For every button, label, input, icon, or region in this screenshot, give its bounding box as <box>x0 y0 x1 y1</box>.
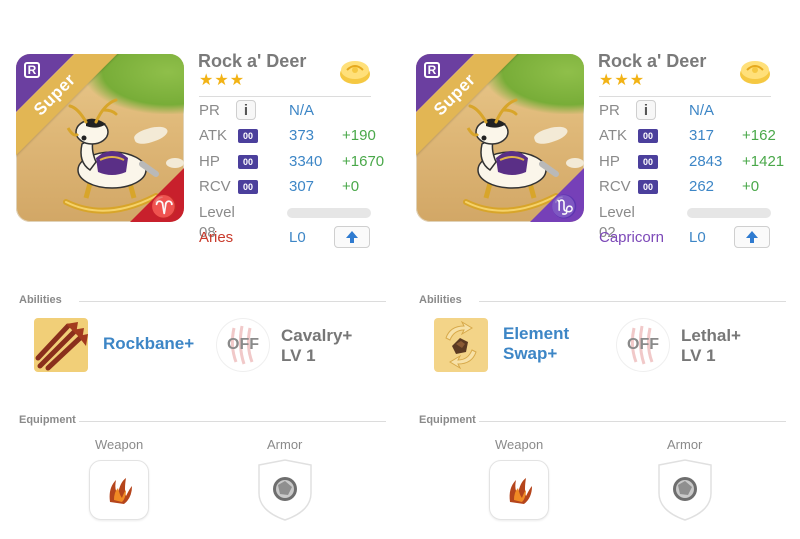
info-button[interactable]: i <box>636 100 656 120</box>
armor-gem-icon <box>273 477 297 501</box>
atk-bonus: +162 <box>742 127 776 144</box>
stone-decoration <box>566 158 584 168</box>
upgrade-button[interactable] <box>734 226 770 248</box>
stat-tag: 00 <box>638 155 658 169</box>
divider <box>479 421 786 422</box>
atk-label: ATK <box>199 127 228 144</box>
arrow-up-icon <box>746 231 758 243</box>
passive-name: Lethal+ LV 1 <box>681 326 741 366</box>
passive-toggle[interactable]: OFF <box>616 318 670 372</box>
unit-portrait[interactable]: Super R ♈ <box>16 54 184 222</box>
pr-label: PR <box>199 102 220 119</box>
rarity-badge-icon: R <box>24 62 40 78</box>
unit-name: Rock a' Deer <box>598 51 707 71</box>
element-swap-icon <box>434 318 488 372</box>
unit-name: Rock a' Deer <box>198 51 307 71</box>
armor-gem-icon <box>673 477 697 501</box>
unit-portrait[interactable]: Super R ♑ <box>416 54 584 222</box>
weapon-slot[interactable] <box>489 460 549 520</box>
atk-value: 373 <box>289 127 315 144</box>
star-rating: ★★★ <box>199 72 246 89</box>
passive-name-text: Lethal+ <box>681 326 741 345</box>
rarity-badge-icon: R <box>424 62 440 78</box>
passive-level: LV 1 <box>281 346 316 365</box>
limit-value: L0 <box>689 229 706 246</box>
divider <box>599 96 771 97</box>
passive-level: LV 1 <box>681 346 716 365</box>
off-label: OFF <box>227 336 259 353</box>
armor-label: Armor <box>667 437 703 452</box>
divider <box>199 96 371 97</box>
ability-name-line1: Element <box>503 324 570 343</box>
ability-name[interactable]: Rockbane+ <box>103 334 194 354</box>
divider <box>479 301 786 302</box>
atk-label: ATK <box>599 127 628 144</box>
atk-value: 317 <box>689 127 715 144</box>
pr-value: N/A <box>689 102 715 119</box>
hp-value: 2843 <box>689 153 723 170</box>
rcv-bonus: +0 <box>742 178 760 195</box>
ability-name[interactable]: Element Swap+ <box>503 324 569 364</box>
atk-bonus: +190 <box>342 127 376 144</box>
ability-icon[interactable] <box>34 318 88 372</box>
weapon-claw-icon <box>109 478 132 504</box>
rcv-bonus: +0 <box>342 178 360 195</box>
gold-coin-icon[interactable] <box>338 58 372 86</box>
capricorn-icon: ♑ <box>550 194 578 219</box>
pr-value: N/A <box>289 102 315 119</box>
stat-tag: 00 <box>638 180 658 194</box>
divider <box>79 301 386 302</box>
divider <box>79 421 386 422</box>
aries-icon: ♈ <box>150 194 178 219</box>
hp-label: HP <box>599 153 620 170</box>
armor-slot[interactable] <box>656 459 714 521</box>
armor-slot[interactable] <box>256 459 314 521</box>
ability-icon[interactable] <box>434 318 488 372</box>
hp-label: HP <box>199 153 220 170</box>
rcv-label: RCV <box>599 178 631 195</box>
passive-name: Cavalry+ LV 1 <box>281 326 352 366</box>
equipment-title: Equipment <box>19 414 76 426</box>
ability-name-text: Rockbane+ <box>103 334 195 353</box>
weapon-slot[interactable] <box>89 460 149 520</box>
hp-bonus: +1670 <box>342 153 385 170</box>
arrow-up-icon <box>346 231 358 243</box>
equipment-title: Equipment <box>419 414 476 426</box>
xp-progress-bar <box>687 208 771 218</box>
hp-bonus: +1421 <box>742 153 785 170</box>
rcv-label: RCV <box>199 178 231 195</box>
info-button[interactable]: i <box>236 100 256 120</box>
stat-tag: 00 <box>238 129 258 143</box>
ability-name-line2: Swap+ <box>503 344 558 363</box>
rcv-value: 307 <box>289 178 315 195</box>
abilities-title: Abilities <box>19 294 62 306</box>
zodiac-name: Aries <box>199 229 234 246</box>
gold-coin-icon[interactable] <box>738 58 772 86</box>
upgrade-button[interactable] <box>334 226 370 248</box>
weapon-label: Weapon <box>495 437 544 452</box>
limit-value: L0 <box>289 229 306 246</box>
rcv-value: 262 <box>689 178 715 195</box>
xp-progress-bar <box>287 208 371 218</box>
passive-name-text: Cavalry+ <box>281 326 353 345</box>
weapon-label: Weapon <box>95 437 144 452</box>
abilities-title: Abilities <box>419 294 462 306</box>
card-panel-right: Super R ♑ Rock a' Deer ★★★ PR i N/A ATK … <box>400 0 800 539</box>
triple-arrows-icon <box>34 318 88 372</box>
star-rating: ★★★ <box>599 72 646 89</box>
zodiac-name: Capricorn <box>599 229 665 246</box>
pr-label: PR <box>599 102 620 119</box>
stat-tag: 00 <box>238 155 258 169</box>
weapon-claw-icon <box>509 478 532 504</box>
stone-decoration <box>166 158 184 168</box>
hp-value: 3340 <box>289 153 323 170</box>
passive-toggle[interactable]: OFF <box>216 318 270 372</box>
stat-tag: 00 <box>238 180 258 194</box>
card-panel-left: Super R ♈ Rock a' Deer ★★★ PR i N/A ATK … <box>0 0 400 539</box>
armor-label: Armor <box>267 437 303 452</box>
off-label: OFF <box>627 336 659 353</box>
stat-tag: 00 <box>638 129 658 143</box>
